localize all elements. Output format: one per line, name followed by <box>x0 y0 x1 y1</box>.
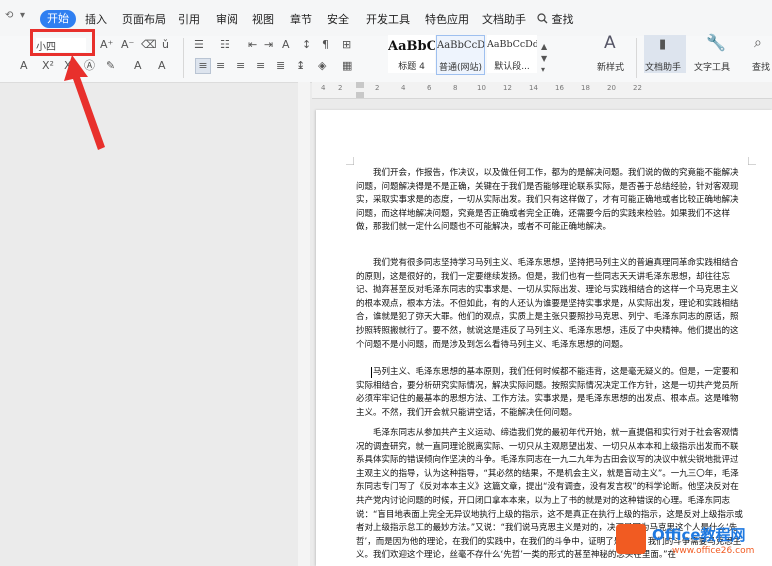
decrease-indent-icon[interactable]: ⇤ <box>248 38 257 52</box>
find-button[interactable]: 查找 <box>752 60 770 73</box>
ruler-number: 6 <box>427 84 432 92</box>
bullet-list-icon[interactable]: ☰ <box>194 38 204 52</box>
ruler-number: 18 <box>581 84 590 92</box>
shading-icon[interactable]: ◈ <box>318 59 326 73</box>
borders-icon[interactable]: ▦ <box>342 59 352 73</box>
red-arrow-annotation <box>64 55 105 150</box>
line-spacing-icon[interactable]: ↨ <box>296 59 305 73</box>
document-paragraph[interactable]: 马列主义、毛泽东思想的基本原则，我们任何时候都不能违背，这是毫无疑义的。但是，一… <box>356 366 746 420</box>
hanging-indent-marker-icon[interactable] <box>356 92 364 98</box>
quick-access-dropdown-icon[interactable]: ▾ <box>20 10 25 21</box>
search-icon <box>537 13 548 24</box>
style-expand-icon[interactable]: ▾ <box>541 63 545 77</box>
distribute-icon[interactable]: ≣ <box>276 59 285 73</box>
align-left-icon[interactable]: ≡ <box>195 58 211 74</box>
tab-view[interactable]: 视图 <box>252 11 274 27</box>
ruler-number: 2 <box>338 84 343 92</box>
style-label: 普通(网站) <box>438 63 483 73</box>
separator <box>636 38 637 78</box>
separator <box>183 38 184 78</box>
tab-references[interactable]: 引用 <box>178 11 200 27</box>
style-label: 标题 4 <box>398 62 425 72</box>
ruler-number: 8 <box>453 84 458 92</box>
ruler-number: 2 <box>375 84 380 92</box>
margin-corner-mark-left <box>346 157 354 165</box>
tab-special-apps[interactable]: 特色应用 <box>425 11 469 27</box>
text-tools-button[interactable]: 文字工具 <box>694 60 730 73</box>
search-label: 查找 <box>551 13 574 26</box>
style-sample: AaBbCcD <box>437 40 484 51</box>
new-style-button[interactable]: 新样式 <box>597 60 624 73</box>
font-color-a-icon[interactable]: A <box>134 59 142 73</box>
ruler-number: 22 <box>633 84 642 92</box>
search-box[interactable]: 查找 <box>537 11 574 27</box>
horizontal-ruler[interactable]: 4 2 2 4 6 8 10 12 14 16 18 20 22 <box>312 82 772 99</box>
vertical-ruler <box>298 82 310 566</box>
show-marks-icon[interactable]: ¶ <box>322 38 329 52</box>
align-center-icon[interactable]: ≡ <box>216 59 225 73</box>
document-paragraph[interactable]: 我们党有很多同志坚持学习马列主义、毛泽东思想，坚持把马列主义的普遍真理同革命实践… <box>356 257 746 352</box>
ruler-number: 4 <box>321 84 326 92</box>
superscript-icon[interactable]: X² <box>42 59 54 73</box>
tab-page-layout[interactable]: 页面布局 <box>122 11 166 27</box>
ruler-number: 14 <box>529 84 538 92</box>
phonetic-icon[interactable]: ǔ <box>162 38 169 52</box>
doc-helper-label: 文档助手 <box>645 63 682 73</box>
doc-helper-icon: ▮ <box>659 37 667 52</box>
doc-helper-button[interactable]: ▮ 文档助手 <box>644 35 686 73</box>
watermark-name: Office教程网 <box>652 526 746 544</box>
office-logo-icon <box>616 524 646 554</box>
style-default-paragraph[interactable]: AaBbCcDd 默认段... <box>487 35 537 73</box>
find-replace-icon[interactable]: ⌕ <box>754 36 762 50</box>
watermark-url: www.office26.com <box>672 546 755 556</box>
shrink-font-icon[interactable]: A⁻ <box>121 38 134 52</box>
clear-format-icon[interactable]: ⌫ <box>141 38 157 52</box>
ruler-number: 12 <box>503 84 512 92</box>
style-sample: AaBbC <box>388 39 435 54</box>
justify-icon[interactable]: ≡ <box>256 59 265 73</box>
font-color-icon[interactable]: A <box>20 59 28 73</box>
chinese-layout-icon[interactable]: A <box>282 38 290 52</box>
ruler-number: 10 <box>477 84 486 92</box>
indent-marker-icon[interactable] <box>356 82 364 88</box>
tab-insert[interactable]: 插入 <box>85 11 107 27</box>
tab-review[interactable]: 审阅 <box>216 11 238 27</box>
new-style-icon[interactable]: A <box>604 35 616 52</box>
document-paragraph[interactable]: 我们开会，作报告，作决议，以及做任何工作，都为的是解决问题。我们说的做的究竟能不… <box>356 167 746 235</box>
style-sample: AaBbCcDd <box>487 39 537 50</box>
ruler-number: 4 <box>401 84 406 92</box>
ruler-number: 20 <box>607 84 616 92</box>
undo-icon[interactable]: ⟲ <box>5 10 13 21</box>
tab-chapter[interactable]: 章节 <box>290 11 312 27</box>
tab-developer[interactable]: 开发工具 <box>366 11 410 27</box>
increase-indent-icon[interactable]: ⇥ <box>264 38 273 52</box>
numbered-list-icon[interactable]: ☷ <box>220 38 230 52</box>
tab-home[interactable]: 开始 <box>40 10 76 28</box>
table-border-icon[interactable]: ⊞ <box>342 38 351 52</box>
tab-security[interactable]: 安全 <box>327 11 349 27</box>
grow-font-icon[interactable]: A⁺ <box>100 38 113 52</box>
align-right-icon[interactable]: ≡ <box>236 59 245 73</box>
margin-corner-mark-right <box>748 157 756 165</box>
style-normal-web[interactable]: AaBbCcD 普通(网站) <box>436 35 485 75</box>
menu-bar: ⟲ ▾ 开始 插入 页面布局 引用 审阅 视图 章节 安全 开发工具 特色应用 … <box>0 0 772 36</box>
watermark-logo: Office教程网 www.office26.com <box>606 520 772 566</box>
tab-doc-assistant[interactable]: 文档助手 <box>482 11 526 27</box>
char-shading-icon[interactable]: A <box>158 59 166 73</box>
text-cursor <box>371 367 372 378</box>
sort-icon[interactable]: ↕ <box>302 38 311 52</box>
style-heading4[interactable]: AaBbC 标题 4 <box>388 35 435 73</box>
highlight-box <box>30 29 95 56</box>
wrench-icon[interactable]: 🔧 <box>706 35 726 51</box>
style-label: 默认段... <box>494 62 530 72</box>
ruler-number: 16 <box>555 84 564 92</box>
